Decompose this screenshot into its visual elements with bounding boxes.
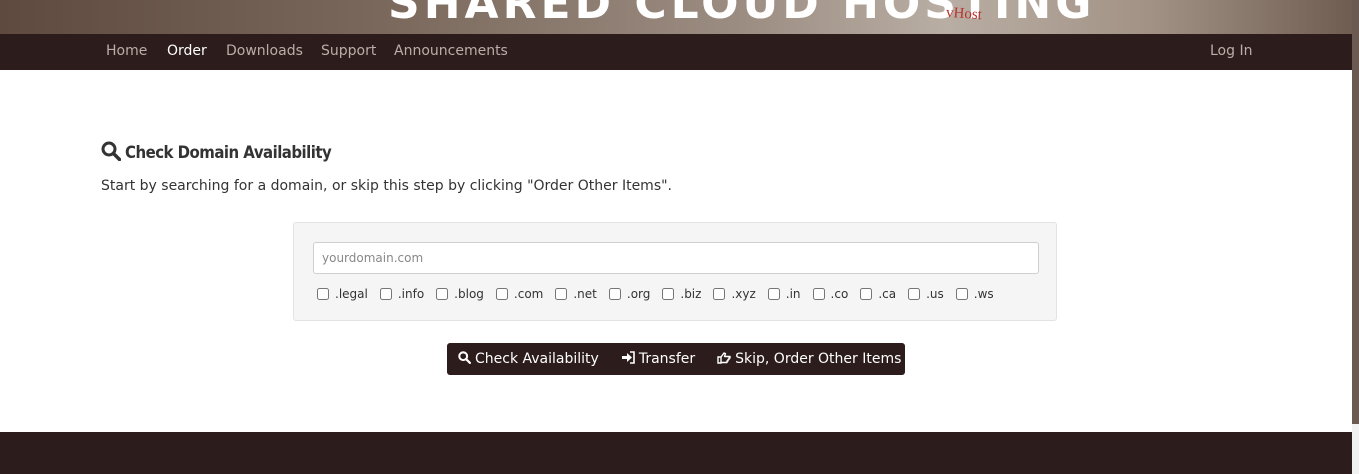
tld-checkbox[interactable] (317, 288, 329, 300)
nav-downloads[interactable]: Downloads (226, 43, 303, 59)
nav-order[interactable]: Order (167, 43, 207, 59)
tld-legal[interactable]: .legal (317, 287, 368, 301)
tld-xyz[interactable]: .xyz (713, 287, 756, 301)
tld-checkbox[interactable] (662, 288, 675, 300)
tld-ws[interactable]: .ws (955, 287, 994, 301)
tld-us[interactable]: .us (908, 287, 944, 301)
tld-info[interactable]: .info (379, 287, 424, 301)
sign-in-icon (621, 350, 639, 368)
search-icon (458, 350, 475, 368)
tld-checkbox[interactable] (767, 288, 780, 300)
action-button-group: Check Availability Transfer Skip, Order … (447, 343, 905, 375)
transfer-button[interactable]: Transfer (610, 343, 706, 375)
tld-checkbox[interactable] (713, 288, 726, 300)
nav-announcements[interactable]: Announcements (394, 43, 508, 59)
scrollbar-thumb[interactable] (1352, 0, 1359, 424)
tld-in[interactable]: .in (767, 287, 801, 301)
domain-search-panel: .legal .info .blog .com .net .org .biz .… (293, 222, 1057, 321)
tld-com[interactable]: .com (495, 287, 543, 301)
tld-checkbox[interactable] (908, 288, 921, 300)
header-banner: SHARED CLOUD HOSTING vHost (0, 0, 1352, 34)
skip-order-other-items-button[interactable]: Skip, Order Other Items (706, 343, 912, 375)
domain-search-input[interactable] (313, 242, 1039, 274)
page-title: Check Domain Availability (125, 143, 332, 163)
tld-checkbox[interactable] (436, 288, 449, 300)
tld-net[interactable]: .net (555, 287, 597, 301)
nav-home[interactable]: Home (106, 43, 147, 59)
check-availability-button[interactable]: Check Availability (447, 343, 610, 375)
tld-blog[interactable]: .blog (436, 287, 484, 301)
banner-title: SHARED CLOUD HOSTING (388, 0, 1096, 29)
tld-checkbox[interactable] (555, 288, 568, 300)
tld-checkbox[interactable] (955, 288, 968, 300)
instruction-text: Start by searching for a domain, or skip… (101, 178, 672, 194)
tld-checkbox[interactable] (860, 288, 873, 300)
nav-support[interactable]: Support (321, 43, 376, 59)
tld-checkbox[interactable] (812, 288, 825, 300)
tld-checkbox[interactable] (495, 288, 508, 300)
page-footer (0, 432, 1352, 474)
hand-pointer-icon (717, 351, 735, 368)
tld-org[interactable]: .org (608, 287, 650, 301)
page-heading: Check Domain Availability (101, 141, 359, 165)
tld-biz[interactable]: .biz (662, 287, 701, 301)
vertical-scrollbar[interactable] (1352, 0, 1359, 474)
tld-checkbox[interactable] (608, 288, 621, 300)
tld-ca[interactable]: .ca (860, 287, 896, 301)
search-icon (101, 141, 122, 165)
banner-logo: vHost (945, 4, 983, 24)
tld-checkbox-list: .legal .info .blog .com .net .org .biz .… (317, 287, 1006, 301)
tld-co[interactable]: .co (812, 287, 848, 301)
nav-login[interactable]: Log In (1210, 43, 1252, 59)
main-navbar: Home Order Downloads Support Announcemen… (0, 34, 1352, 70)
tld-checkbox[interactable] (379, 288, 392, 300)
